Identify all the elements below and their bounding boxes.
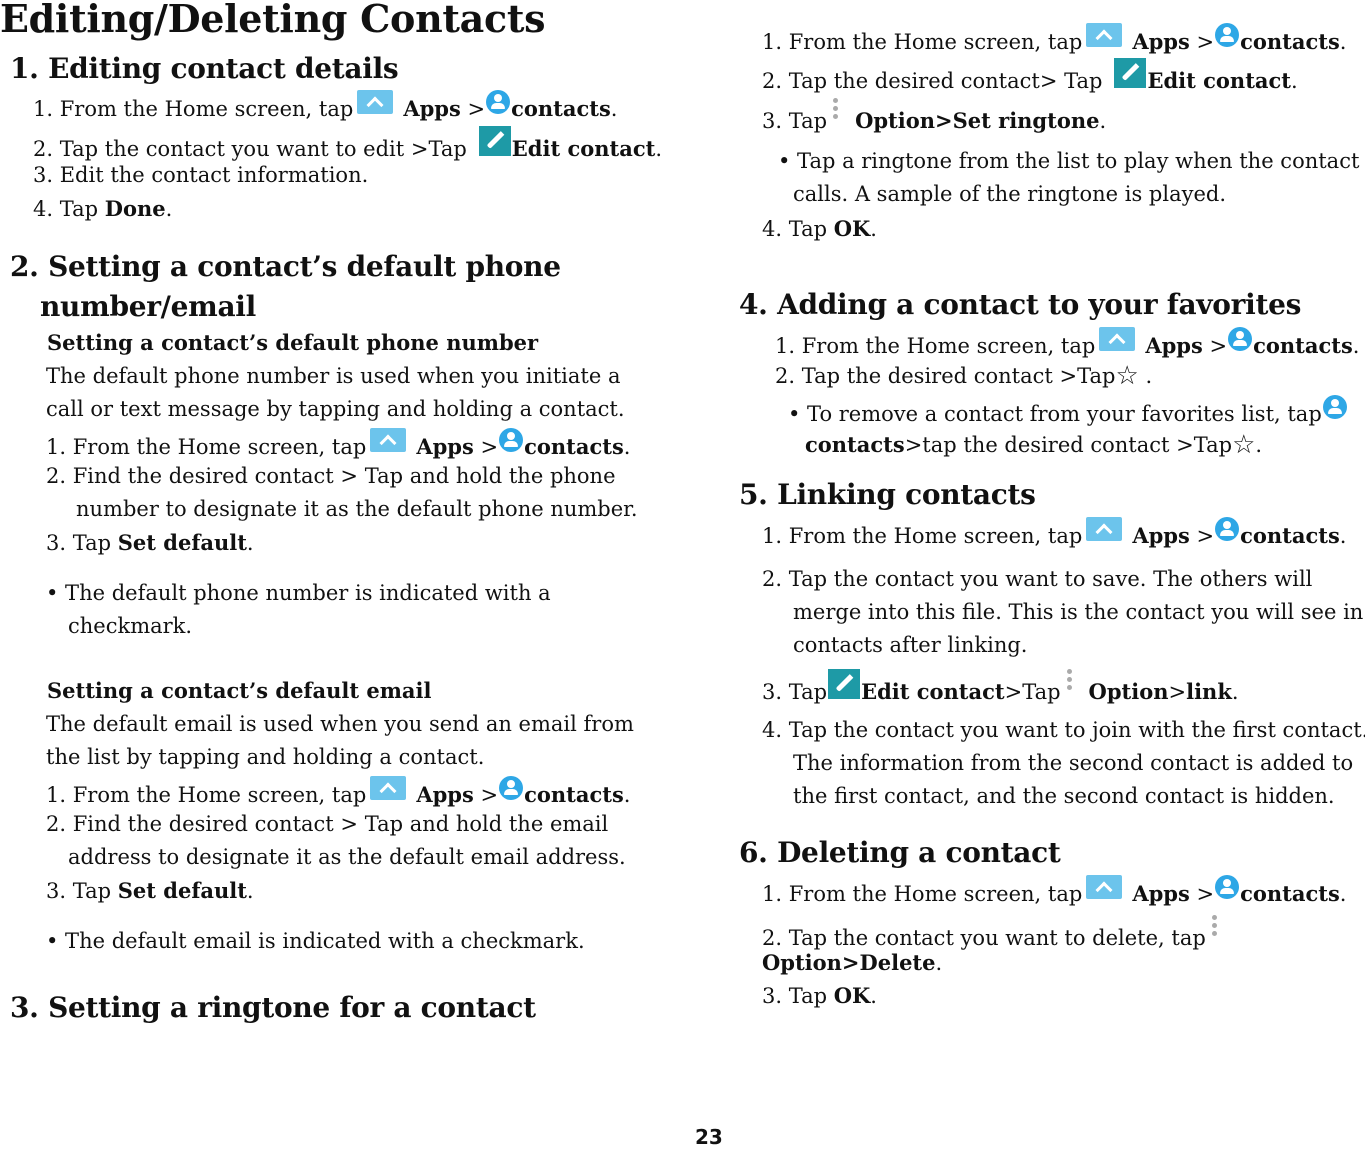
s5-step1: 1. From the Home screen, tap Apps > contac… — [762, 517, 1346, 553]
contacts-icon — [499, 776, 524, 800]
phone-step2-l2: number to designate it as the default ph… — [76, 497, 638, 521]
s6-step3: 3. Tap OK. — [762, 983, 877, 1008]
page-title: Editing/Deleting Contacts — [0, 0, 546, 41]
email-bullet: • The default email is indicated with a … — [46, 929, 585, 953]
s1-step1: 1. From the Home screen, tap Apps > contac… — [33, 90, 617, 126]
contacts-icon — [1322, 395, 1347, 419]
s4-bullet-l2: contacts>tap the desired contact >Tap☆. — [805, 430, 1263, 460]
phone-desc-l2: call or text message by tapping and hold… — [46, 397, 625, 421]
apps-icon — [1099, 327, 1136, 351]
edit-icon — [828, 669, 861, 699]
email-subheading: Setting a contact’s default email — [47, 678, 432, 703]
s5-step3: 3. Tap Edit contact>Tap Option>link. — [762, 667, 1239, 709]
page-number: 23 — [695, 1125, 723, 1149]
phone-bullet-l1: • The default phone number is indicated … — [46, 581, 551, 605]
s5-step4-l1: 4. Tap the contact you want to join with… — [762, 718, 1365, 742]
s5-step2-l3: contacts after linking. — [793, 633, 1028, 657]
email-step1: 1. From the Home screen, tap Apps > contac… — [46, 776, 630, 812]
s5-step2-l2: merge into this file. This is the contac… — [793, 600, 1364, 624]
apps-icon — [1086, 517, 1123, 541]
email-step3: 3. Tap Set default. — [46, 878, 254, 903]
section-2-heading-line2: number/email — [40, 290, 256, 323]
s6-step1: 1. From the Home screen, tap Apps > contac… — [762, 875, 1346, 911]
edit-icon — [1114, 58, 1147, 88]
contacts-icon — [499, 428, 524, 452]
more-options-icon — [833, 96, 839, 124]
email-step2-l1: 2. Find the desired contact > Tap and ho… — [46, 812, 609, 836]
apps-icon — [357, 90, 394, 114]
contacts-icon — [1215, 875, 1240, 899]
s1-step3: 3. Edit the contact information. — [33, 163, 369, 187]
s6-step2-l2: Option>Delete. — [762, 950, 943, 975]
phone-subheading: Setting a contact’s default phone number — [47, 330, 539, 355]
section-2-heading-line1: 2. Setting a contact’s default phone — [10, 250, 561, 283]
apps-icon — [370, 776, 407, 800]
s5-step4-l2: The information from the second contact … — [793, 751, 1354, 775]
section-6-heading: 6. Deleting a contact — [739, 836, 1061, 869]
phone-desc-l1: The default phone number is used when yo… — [46, 364, 621, 388]
section-5-heading: 5. Linking contacts — [739, 478, 1036, 511]
s4-bullet-l1: • To remove a contact from your favorite… — [788, 395, 1348, 431]
contacts-icon — [1215, 23, 1240, 47]
phone-step3: 3. Tap Set default. — [46, 530, 254, 555]
edit-icon — [478, 126, 511, 156]
s5-step2-l1: 2. Tap the contact you want to save. The… — [762, 567, 1313, 591]
s3-step3: 3. Tap Option>Set ringtone. — [762, 96, 1106, 138]
section-3-heading: 3. Setting a ringtone for a contact — [10, 991, 536, 1024]
contacts-icon — [486, 90, 511, 114]
phone-bullet-l2: checkmark. — [68, 614, 193, 638]
s3-bullet-l1: • Tap a ringtone from the list to play w… — [778, 149, 1360, 173]
s4-step2: 2. Tap the desired contact >Tap☆ . — [775, 361, 1153, 391]
email-desc-l2: the list by tapping and holding a contac… — [46, 745, 485, 769]
s4-step1: 1. From the Home screen, tap Apps > contac… — [775, 327, 1359, 363]
phone-step2-l1: 2. Find the desired contact > Tap and ho… — [46, 464, 616, 488]
s1-step4: 4. Tap Done. — [33, 196, 173, 221]
more-options-icon — [1066, 667, 1073, 695]
contacts-icon — [1215, 517, 1240, 541]
email-step2-l2: address to designate it as the default e… — [68, 845, 626, 869]
s3-bullet-l2: calls. A sample of the ringtone is playe… — [793, 182, 1227, 206]
phone-step1: 1. From the Home screen, tap Apps > contac… — [46, 428, 630, 464]
s5-step4-l3: the first contact, and the second contac… — [793, 784, 1335, 808]
star-icon: ☆ — [1232, 430, 1256, 460]
more-options-icon — [1211, 913, 1218, 941]
s3-step1: 1. From the Home screen, tap Apps > contac… — [762, 23, 1346, 59]
s3-step4: 4. Tap OK. — [762, 216, 877, 241]
contacts-icon — [1228, 327, 1253, 351]
apps-icon — [1086, 875, 1123, 899]
section-1-heading: 1. Editing contact details — [10, 52, 399, 85]
apps-icon — [370, 428, 407, 452]
apps-icon — [1086, 23, 1123, 47]
s3-step2: 2. Tap the desired contact> Tap Edit cont… — [762, 58, 1298, 98]
section-4-heading: 4. Adding a contact to your favorites — [739, 288, 1302, 321]
star-icon: ☆ — [1115, 361, 1139, 391]
email-desc-l1: The default email is used when you send … — [46, 712, 634, 736]
